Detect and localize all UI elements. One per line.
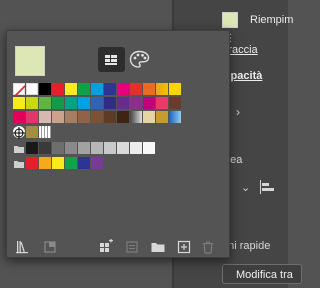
swatch[interactable]	[78, 111, 90, 123]
swatch[interactable]	[78, 97, 90, 109]
swatch-options-button[interactable]	[124, 239, 140, 255]
swatch[interactable]	[130, 97, 142, 109]
swatch[interactable]	[169, 83, 181, 95]
chevron-down-icon[interactable]: ⌄	[241, 181, 250, 194]
swatch[interactable]	[143, 97, 155, 109]
swatch[interactable]	[78, 83, 90, 95]
swatch[interactable]	[78, 142, 90, 154]
swatch[interactable]	[26, 97, 38, 109]
show-swatch-kinds-button[interactable]	[43, 239, 59, 255]
swatch[interactable]	[91, 97, 103, 109]
swatch[interactable]	[117, 142, 129, 154]
folder-icon	[151, 243, 165, 252]
swatch[interactable]	[39, 142, 51, 154]
pattern-swatch[interactable]	[26, 126, 38, 138]
swatch[interactable]	[52, 142, 64, 154]
libraries-icon	[16, 241, 28, 254]
swatch[interactable]	[104, 142, 116, 154]
swatch[interactable]	[117, 111, 129, 123]
swatch-kinds-icon	[44, 241, 56, 253]
swatch[interactable]	[52, 97, 64, 109]
swatch[interactable]	[91, 83, 103, 95]
palette-icon	[129, 50, 150, 68]
swatch[interactable]	[91, 111, 103, 123]
grid-view-icon	[105, 55, 117, 65]
swatch[interactable]	[52, 157, 64, 169]
palette-toggle[interactable]	[127, 47, 152, 72]
folder-icon[interactable]	[13, 157, 25, 169]
swatch[interactable]	[26, 157, 38, 169]
swatch[interactable]	[52, 111, 64, 123]
swatch[interactable]	[65, 83, 77, 95]
align-left-icon[interactable]	[260, 180, 276, 194]
swatch[interactable]	[91, 142, 103, 154]
swatch[interactable]	[143, 111, 155, 123]
swatch[interactable]	[104, 97, 116, 109]
trash-icon	[203, 241, 213, 254]
swatch[interactable]	[104, 83, 116, 95]
folder-icon[interactable]	[13, 142, 25, 154]
swatch[interactable]	[13, 97, 25, 109]
delete-swatch-button[interactable]	[200, 239, 216, 255]
swatch[interactable]	[52, 83, 64, 95]
new-swatch-button[interactable]	[176, 239, 192, 255]
swatch[interactable]	[26, 83, 38, 95]
new-folder-button[interactable]	[150, 239, 166, 255]
swatch[interactable]	[65, 111, 77, 123]
swatch[interactable]	[156, 111, 168, 123]
swatch[interactable]	[39, 97, 51, 109]
swatch[interactable]	[143, 83, 155, 95]
swatch[interactable]	[39, 157, 51, 169]
plus-icon	[177, 240, 191, 254]
swatch[interactable]	[130, 142, 142, 154]
swatch[interactable]	[130, 111, 142, 123]
swatch[interactable]	[156, 97, 168, 109]
swatch[interactable]	[65, 97, 77, 109]
bottom-toolbar	[7, 237, 229, 257]
swatch[interactable]	[117, 83, 129, 95]
swatch[interactable]	[143, 142, 155, 154]
swatch[interactable]	[39, 83, 51, 95]
swatch[interactable]	[117, 97, 129, 109]
swatch[interactable]	[65, 157, 77, 169]
none-swatch[interactable]	[13, 83, 26, 97]
swatch[interactable]	[169, 111, 181, 123]
swatch[interactable]	[130, 83, 142, 95]
swatch[interactable]	[39, 111, 51, 123]
swatch-grid	[13, 83, 225, 213]
swatch[interactable]	[26, 111, 38, 123]
swatch[interactable]	[26, 142, 38, 154]
swatch[interactable]	[156, 83, 168, 95]
pattern-swatch[interactable]	[39, 126, 51, 138]
swatch[interactable]	[169, 97, 181, 109]
swatches-popup	[6, 30, 230, 258]
grid-view-toggle[interactable]	[98, 47, 125, 72]
new-color-group-button[interactable]	[98, 239, 114, 255]
color-group-icon	[100, 239, 113, 252]
swatch-libraries-button[interactable]	[15, 239, 31, 255]
current-color-swatch[interactable]	[15, 46, 45, 76]
swatch[interactable]	[91, 157, 103, 169]
registration-swatch[interactable]	[13, 126, 25, 139]
swatch[interactable]	[13, 111, 25, 123]
swatch-options-icon	[126, 241, 138, 253]
chevron-right-icon[interactable]: ›	[236, 105, 240, 119]
swatch[interactable]	[104, 111, 116, 123]
fill-label: Riempim	[250, 14, 294, 26]
fill-swatch[interactable]	[222, 12, 238, 28]
swatch[interactable]	[78, 157, 90, 169]
swatch[interactable]	[65, 142, 77, 154]
edit-button[interactable]: Modifica tra	[222, 264, 302, 284]
